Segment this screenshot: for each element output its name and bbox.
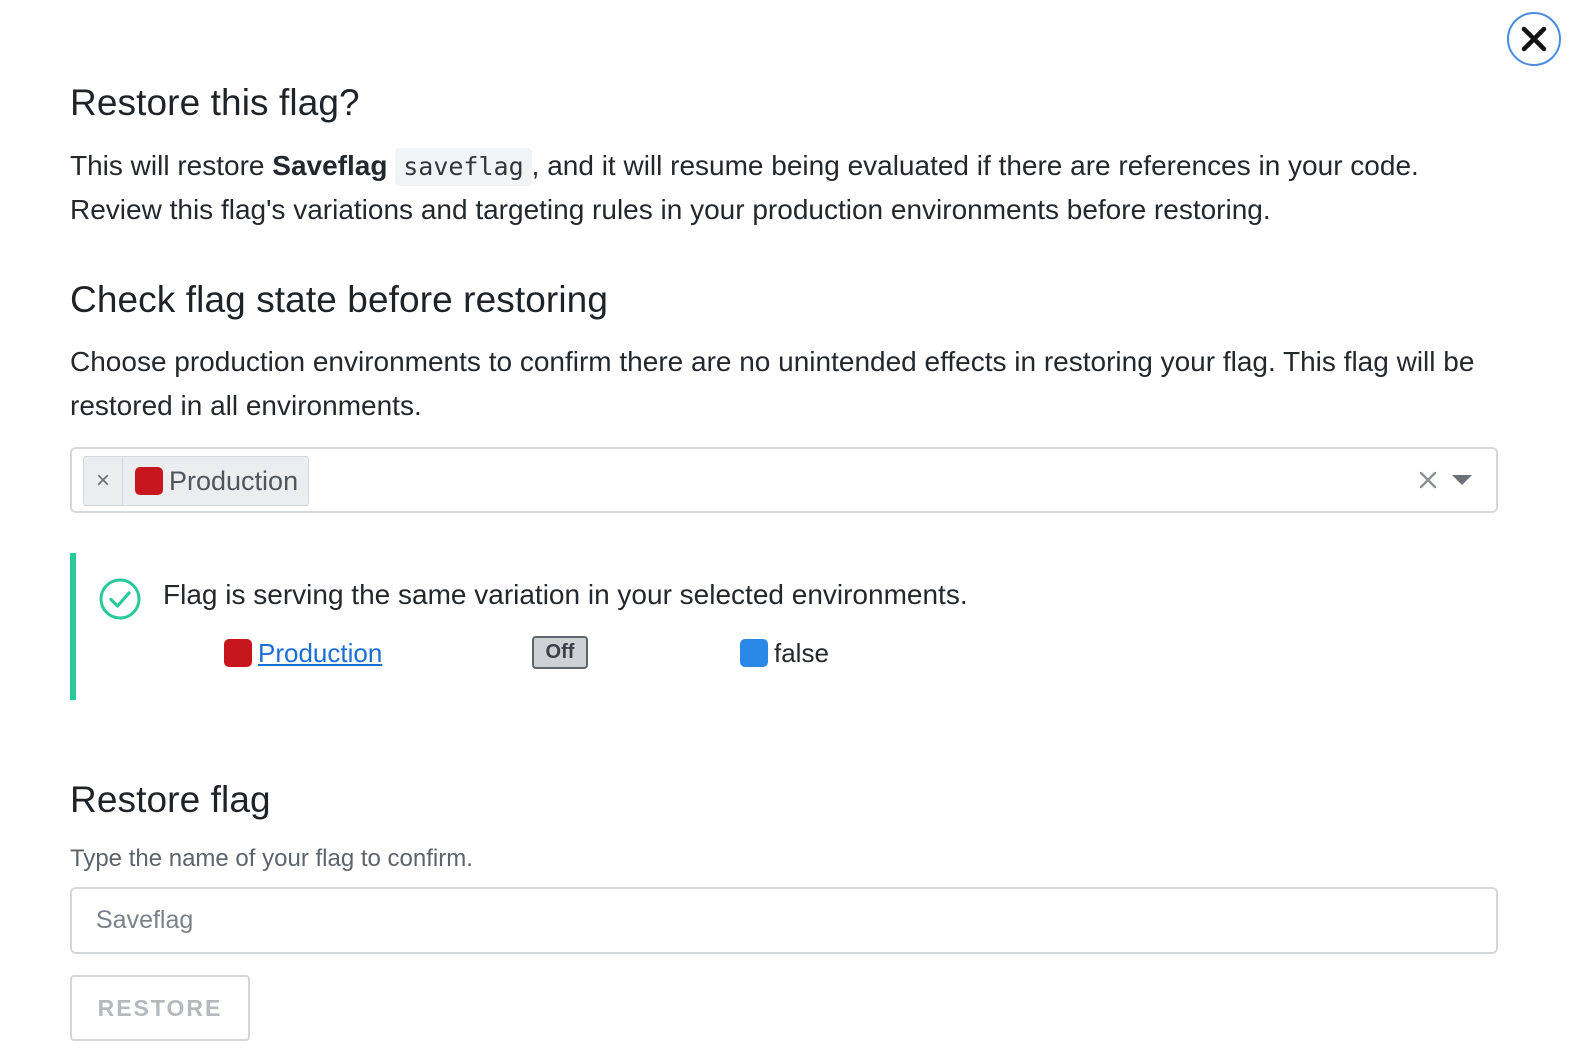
environment-name: Production xyxy=(169,465,299,496)
restore-button[interactable]: RESTORE xyxy=(70,975,250,1041)
close-button[interactable] xyxy=(1507,12,1561,66)
check-circle-icon xyxy=(99,578,141,620)
dropdown-toggle[interactable] xyxy=(1446,464,1478,496)
status-environment: Production xyxy=(224,635,382,671)
clear-selection-button[interactable] xyxy=(1412,464,1444,496)
variation-label: false xyxy=(774,637,829,668)
dialog-title: Restore this flag? xyxy=(70,82,360,123)
close-icon xyxy=(1521,26,1547,52)
check-section-title: Check flag state before restoring xyxy=(70,279,609,320)
environment-color-swatch xyxy=(135,467,163,495)
status-callout: Flag is serving the same variation in yo… xyxy=(70,553,1504,700)
chip-label: Production xyxy=(123,457,308,505)
restore-section-title: Restore flag xyxy=(70,779,271,820)
flag-name-confirm-input[interactable] xyxy=(70,887,1498,954)
restore-hint: Type the name of your flag to confirm. xyxy=(70,845,473,872)
check-description: Choose production environments to confir… xyxy=(70,346,1475,421)
variation-value: false xyxy=(740,635,829,671)
intro-text-before: This will restore xyxy=(70,150,273,181)
chip-remove-button[interactable]: × xyxy=(84,457,123,505)
restore-description: This will restore Saveflag saveflag, and… xyxy=(70,144,1490,232)
environment-color-swatch xyxy=(224,639,252,667)
environment-link[interactable]: Production xyxy=(258,638,382,669)
status-message: Flag is serving the same variation in yo… xyxy=(163,579,968,610)
flag-key: saveflag xyxy=(395,148,532,186)
targeting-status-badge: Off xyxy=(532,636,588,669)
environment-select[interactable]: × Production xyxy=(70,447,1498,513)
chevron-down-icon xyxy=(1452,475,1472,485)
flag-name: Saveflag xyxy=(272,150,388,181)
environment-chip: × Production xyxy=(83,456,310,506)
restore-flag-dialog: Restore this flag? This will restore Sav… xyxy=(0,0,1580,1064)
variation-color-swatch xyxy=(740,639,768,667)
clear-icon xyxy=(1419,471,1437,489)
